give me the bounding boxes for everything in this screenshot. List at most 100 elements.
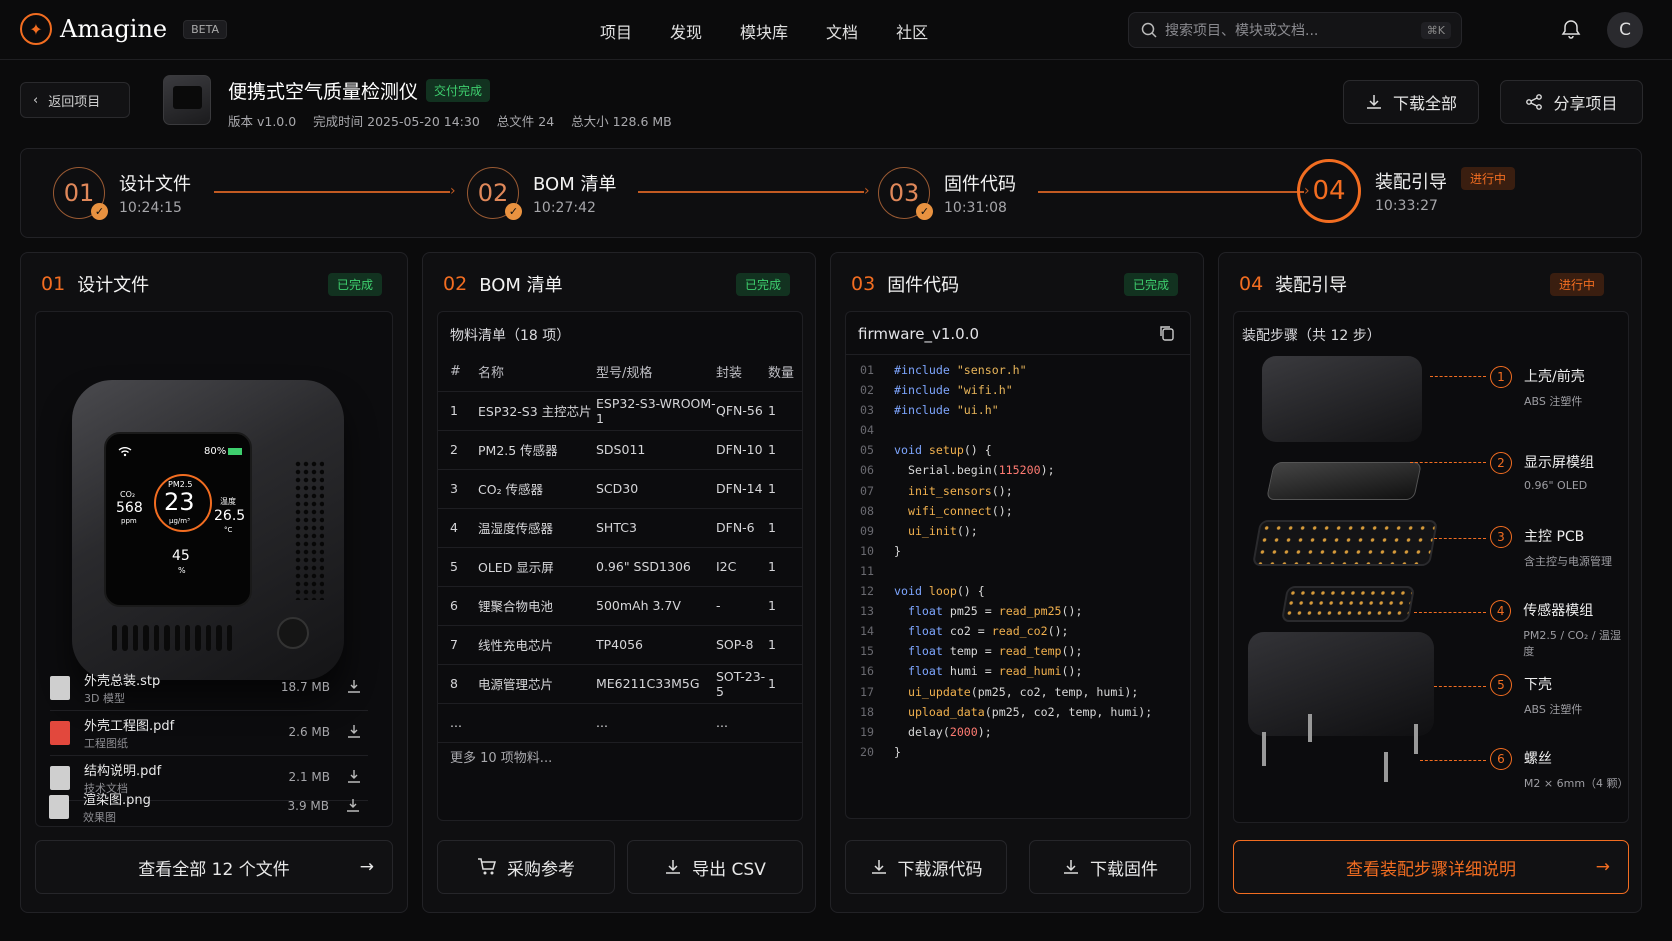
design-preview: 80% PM2.5 23 μg/m³ CO₂ 568 ppm 温度 26.5 °… bbox=[35, 311, 393, 827]
table-row[interactable]: 1 ESP32-S3 主控芯片 ESP32-S3-WROOM-1 QFN-56 1 bbox=[438, 391, 802, 431]
more-items-link[interactable]: 更多 10 项物料... bbox=[450, 747, 552, 766]
file-count: 总文件 24 bbox=[496, 114, 555, 129]
nav-item-docs[interactable]: 文档 bbox=[826, 19, 858, 43]
table-cell: ... bbox=[438, 703, 478, 743]
status-badge: 已完成 bbox=[328, 273, 383, 296]
file-row[interactable]: 外壳工程图.pdf 工程图纸 2.6 MB bbox=[50, 711, 368, 755]
table-row[interactable]: 2 PM2.5 传感器 SDS011 DFN-10 1 bbox=[438, 430, 802, 470]
leader-line bbox=[1414, 612, 1486, 613]
file-row[interactable]: 渲染图.png 效果图 3.9 MB bbox=[49, 785, 367, 829]
table-cell: ME6211C33M5G bbox=[596, 664, 716, 704]
table-row[interactable]: 5 OLED 显示屏 0.96" SSD1306 I2C 1 bbox=[438, 547, 802, 587]
bom-table-panel: 物料清单（18 项） # 名称 型号/规格 封装 数量 1 ESP32-S3 主控… bbox=[437, 311, 803, 821]
leader-line bbox=[1420, 760, 1486, 761]
arrow-right-icon: › bbox=[450, 183, 456, 199]
nav-item-community[interactable]: 社区 bbox=[896, 19, 928, 43]
search-input[interactable]: 搜索项目、模块或文档... ⌘K bbox=[1128, 12, 1462, 48]
part-sub: 含主控与电源管理 bbox=[1524, 555, 1612, 568]
step-time: 10:33:27 bbox=[1375, 198, 1438, 214]
bom-subtitle: 物料清单（18 项） bbox=[450, 328, 571, 344]
design-files-card: 01 设计文件 已完成 80% PM2.5 23 μg/m³ CO₂ 568 pp… bbox=[20, 252, 408, 913]
table-row[interactable]: ......... bbox=[438, 703, 802, 743]
share-project-button[interactable]: 分享项目 bbox=[1500, 80, 1643, 124]
step-connector bbox=[1038, 191, 1304, 193]
part-label[interactable]: 4 传感器模组 PM2.5 / CO₂ / 温湿度 bbox=[1490, 600, 1628, 659]
step-firmware[interactable]: 03 ✓ 固件代码 10:31:08 bbox=[878, 167, 1016, 220]
app-name: Amagine bbox=[60, 15, 168, 43]
nav-item-projects[interactable]: 项目 bbox=[600, 19, 632, 43]
table-row[interactable]: 8 电源管理芯片 ME6211C33M5G SOT-23-5 1 bbox=[438, 664, 802, 704]
download-icon[interactable] bbox=[346, 678, 362, 694]
nav-item-modules[interactable]: 模块库 bbox=[740, 19, 788, 43]
temp-unit: °C bbox=[224, 526, 233, 534]
part-label[interactable]: 2 显示屏模组 0.96" OLED bbox=[1490, 452, 1594, 492]
bell-icon[interactable] bbox=[1560, 18, 1582, 40]
file-size: 3.9 MB bbox=[287, 799, 329, 813]
table-row[interactable]: 3 CO₂ 传感器 SCD30 DFN-14 1 bbox=[438, 469, 802, 509]
bom-table: # 名称 型号/规格 封装 数量 1 ESP32-S3 主控芯片 ESP32-S3-… bbox=[438, 352, 802, 743]
part-label[interactable]: 6 螺丝 M2 × 6mm（4 颗） bbox=[1490, 748, 1629, 791]
device-render[interactable]: 80% PM2.5 23 μg/m³ CO₂ 568 ppm 温度 26.5 °… bbox=[72, 380, 344, 680]
avatar[interactable]: C bbox=[1607, 12, 1643, 48]
part-number: 4 bbox=[1490, 600, 1512, 622]
table-cell: CO₂ 传感器 bbox=[478, 469, 596, 509]
download-icon[interactable] bbox=[346, 723, 362, 739]
file-row[interactable]: 外壳总装.stp 3D 模型 18.7 MB bbox=[50, 666, 368, 710]
device-button bbox=[277, 617, 309, 649]
card-title: BOM 清单 bbox=[479, 275, 563, 296]
table-row[interactable]: 6 锂聚合物电池 500mAh 3.7V -1 bbox=[438, 586, 802, 626]
version: 版本 v1.0.0 bbox=[228, 114, 297, 129]
file-name: 结构说明.pdf bbox=[84, 764, 162, 779]
purchase-reference-button[interactable]: 采购参考 bbox=[437, 840, 615, 894]
assembly-detail-button[interactable]: 查看装配步骤详细说明 → bbox=[1233, 840, 1629, 894]
table-cell: 6 bbox=[438, 586, 478, 626]
step-assembly[interactable]: 04 装配引导 10:33:27 进行中 bbox=[1297, 159, 1516, 223]
download-icon[interactable] bbox=[345, 797, 361, 813]
check-icon: ✓ bbox=[505, 203, 522, 220]
pdf-file-icon bbox=[50, 721, 70, 745]
card-header: 03 固件代码 bbox=[851, 273, 960, 296]
step-time: 10:24:15 bbox=[119, 200, 182, 216]
total-size: 总大小 128.6 MB bbox=[571, 114, 672, 129]
wifi-icon bbox=[118, 447, 132, 457]
part-label[interactable]: 5 下壳 ABS 注塑件 bbox=[1490, 674, 1582, 717]
step-name: 固件代码 bbox=[944, 174, 1016, 195]
download-firmware-button[interactable]: 下载固件 bbox=[1029, 840, 1191, 894]
column-header: 封装 bbox=[716, 352, 768, 392]
download-source-button[interactable]: 下载源代码 bbox=[845, 840, 1007, 894]
table-cell: PM2.5 传感器 bbox=[478, 430, 596, 470]
table-header: # 名称 型号/规格 封装 数量 bbox=[438, 352, 802, 392]
table-row[interactable]: 7 线性充电芯片 TP4056 SOP-8 1 bbox=[438, 625, 802, 665]
co2-label: CO₂ bbox=[120, 490, 136, 499]
project-meta: 版本 v1.0.0 完成时间 2025-05-20 14:30 总文件 24 总… bbox=[228, 111, 685, 130]
logo[interactable]: ✦ Amagine BETA bbox=[20, 13, 227, 45]
copy-icon[interactable] bbox=[1158, 324, 1176, 342]
part-label[interactable]: 1 上壳/前壳 ABS 注塑件 bbox=[1490, 366, 1585, 409]
table-cell: 2 bbox=[438, 430, 478, 470]
search-placeholder: 搜索项目、模块或文档... bbox=[1165, 23, 1319, 39]
step-bom[interactable]: 02 ✓ BOM 清单 10:27:42 bbox=[467, 167, 616, 220]
back-to-projects-button[interactable]: ‹ 返回项目 bbox=[20, 82, 130, 118]
file-size: 18.7 MB bbox=[280, 680, 330, 694]
part-label[interactable]: 3 主控 PCB 含主控与电源管理 bbox=[1490, 526, 1612, 569]
download-all-button[interactable]: 下载全部 bbox=[1343, 80, 1479, 124]
co2-value: 568 bbox=[116, 500, 143, 516]
table-cell: 0.96" SSD1306 bbox=[596, 547, 716, 587]
step-connector bbox=[638, 191, 864, 193]
humidity-value: 45 bbox=[172, 548, 190, 564]
screw-part bbox=[1262, 732, 1266, 766]
part-name: 显示屏模组 bbox=[1524, 455, 1594, 471]
table-cell: DFN-10 bbox=[716, 430, 768, 470]
step-design[interactable]: 01 ✓ 设计文件 10:24:15 bbox=[53, 167, 191, 220]
table-cell bbox=[478, 703, 596, 743]
view-all-files-button[interactable]: 查看全部 12 个文件 → bbox=[35, 840, 393, 894]
step-connector bbox=[214, 191, 450, 193]
main-nav: 项目 发现 模块库 文档 社区 bbox=[600, 19, 966, 43]
download-icon[interactable] bbox=[346, 768, 362, 784]
table-row[interactable]: 4 温湿度传感器 SHTC3 DFN-6 1 bbox=[438, 508, 802, 548]
check-icon: ✓ bbox=[91, 203, 108, 220]
table-cell: ... bbox=[716, 703, 768, 743]
export-csv-button[interactable]: 导出 CSV bbox=[627, 840, 803, 894]
table-cell: 1 bbox=[438, 391, 478, 431]
nav-item-discover[interactable]: 发现 bbox=[670, 19, 702, 43]
